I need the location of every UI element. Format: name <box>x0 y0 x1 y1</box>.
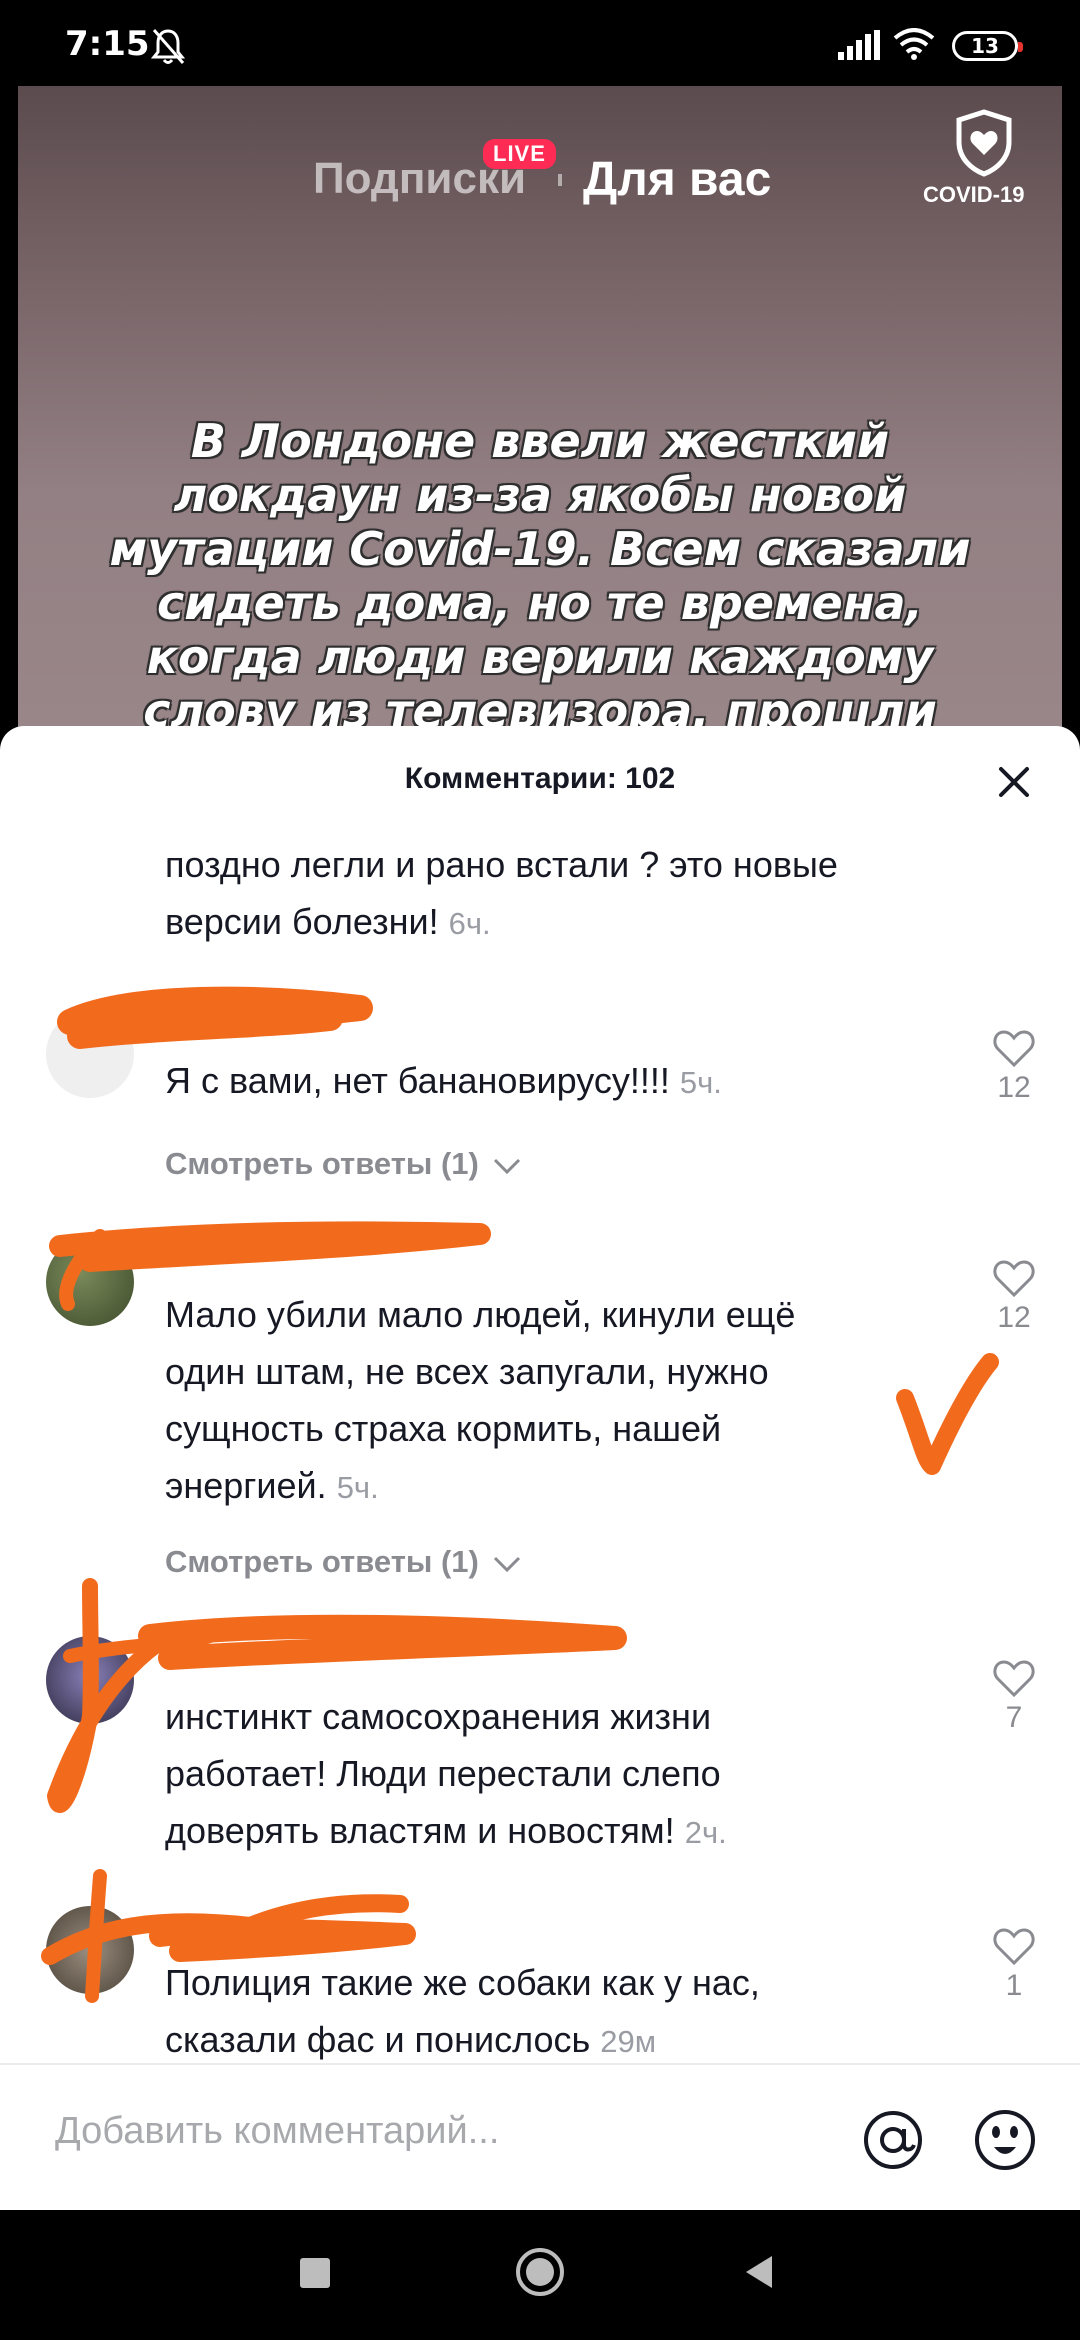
comment-input-bar: Добавить комментарий... <box>0 2063 1080 2210</box>
system-nav-bar <box>0 2210 1080 2340</box>
comment-line: версии болезни! <box>165 901 439 942</box>
view-replies-button[interactable]: Смотреть ответы (1) <box>165 1544 522 1580</box>
comment-body[interactable]: Мало убили мало людей, кинули ещё один ш… <box>165 1286 795 1516</box>
comment-line-with-time: энергией. 5ч. <box>165 1457 795 1516</box>
avatar[interactable] <box>46 1636 134 1724</box>
comment-line: доверять властям и новостям! <box>165 1810 675 1851</box>
comment-input[interactable]: Добавить комментарий... <box>55 2110 499 2153</box>
comment-body[interactable]: Полиция такие же собаки как у нас, сказа… <box>165 1954 760 2070</box>
comment-body[interactable]: Я с вами, нет банановирусу!!!! 5ч. <box>165 1052 722 1111</box>
heart-icon[interactable] <box>990 1024 1038 1072</box>
status-bar: 7:15 13 <box>0 0 1080 90</box>
comments-sheet: Комментарии: 102 поздно легли и рано вст… <box>0 726 1080 2210</box>
comment-line: Полиция такие же собаки как у нас, <box>165 1962 760 2003</box>
comment-time: 29м <box>600 2024 657 2059</box>
close-icon[interactable] <box>996 764 1032 800</box>
comment-line: один штам, не всех запугали, нужно <box>165 1351 769 1392</box>
covid-label[interactable]: COVID-19 <box>923 182 1024 208</box>
caption-line: В Лондоне ввели жесткий <box>190 414 890 468</box>
view-replies-label: Смотреть ответы (1) <box>165 1544 479 1579</box>
comment-body[interactable]: инстинкт самосохранения жизни работает! … <box>165 1688 727 1861</box>
tab-separator <box>558 174 562 186</box>
avatar[interactable] <box>46 1010 134 1098</box>
emoji-icon[interactable] <box>972 2107 1038 2173</box>
battery-indicator: 13 <box>952 31 1023 61</box>
comment-line-with-time: доверять властям и новостям! 2ч. <box>165 1802 727 1861</box>
like-count: 12 <box>997 1301 1031 1334</box>
comment-line: поздно легли и рано встали ? это новые <box>165 844 838 885</box>
comment-line-with-time: Я с вами, нет банановирусу!!!! 5ч. <box>165 1052 722 1111</box>
status-time: 7:15 <box>65 24 150 64</box>
heart-icon[interactable] <box>990 1254 1038 1302</box>
recents-button[interactable] <box>300 2258 330 2288</box>
comment-time: 2ч. <box>684 1815 727 1850</box>
like-count: 1 <box>1005 1969 1023 2002</box>
comment-time: 5ч. <box>336 1470 379 1505</box>
video-caption: В Лондоне ввели жесткий локдаун из-за як… <box>58 414 1022 738</box>
heart-icon[interactable] <box>990 1922 1038 1970</box>
chevron-down-icon <box>493 1556 520 1572</box>
comment-time: 5ч. <box>679 1065 722 1100</box>
top-tabs: Подписки LIVE Для вас <box>18 116 1062 206</box>
video-player[interactable]: Подписки LIVE Для вас COVID-19 В Лондоне… <box>18 86 1062 766</box>
caption-line: локдаун из-за якобы новой <box>173 468 907 522</box>
home-button-icon[interactable] <box>514 2246 566 2298</box>
wifi-icon <box>893 28 935 60</box>
comment-line: сущность страха кормить, нашей <box>165 1408 722 1449</box>
comment-time: 6ч. <box>448 906 491 941</box>
shield-heart-icon[interactable] <box>953 108 1015 178</box>
caption-line: когда люди верили каждому <box>146 630 934 684</box>
chevron-down-icon <box>493 1158 520 1174</box>
like-count: 12 <box>997 1071 1031 1104</box>
comment-line: Я с вами, нет банановирусу!!!! <box>165 1060 670 1101</box>
caption-line: мутации Covid-19. Всем сказали <box>109 522 971 576</box>
at-mention-icon[interactable] <box>860 2107 926 2173</box>
avatar[interactable] <box>46 1238 134 1326</box>
tab-for-you[interactable]: Для вас <box>583 152 771 207</box>
view-replies-button[interactable]: Смотреть ответы (1) <box>165 1146 522 1182</box>
view-replies-label: Смотреть ответы (1) <box>165 1146 479 1181</box>
bell-off-icon <box>150 29 186 64</box>
comment-body: поздно легли и рано встали ? это новые в… <box>165 836 838 952</box>
comment-line-with-time: сказали фас и понислось 29м <box>165 2011 760 2070</box>
comment-line: сказали фас и понислось <box>165 2019 591 2060</box>
comment-line: работает! Люди перестали слепо <box>165 1753 721 1794</box>
comments-title: Комментарии: 102 <box>404 762 676 795</box>
caption-line: сидеть дома, но те времена, <box>156 576 924 630</box>
heart-icon[interactable] <box>990 1654 1038 1702</box>
back-button-icon[interactable] <box>742 2254 776 2290</box>
avatar[interactable] <box>46 1906 134 1994</box>
comment-line-with-time: версии болезни! 6ч. <box>165 893 838 952</box>
live-badge[interactable]: LIVE <box>483 139 556 169</box>
comment-line: инстинкт самосохранения жизни <box>165 1696 712 1737</box>
like-count: 7 <box>1005 1701 1023 1734</box>
comment-line: энергией. <box>165 1465 327 1506</box>
comment-line: Мало убили мало людей, кинули ещё <box>165 1294 796 1335</box>
signal-icon <box>838 30 880 60</box>
